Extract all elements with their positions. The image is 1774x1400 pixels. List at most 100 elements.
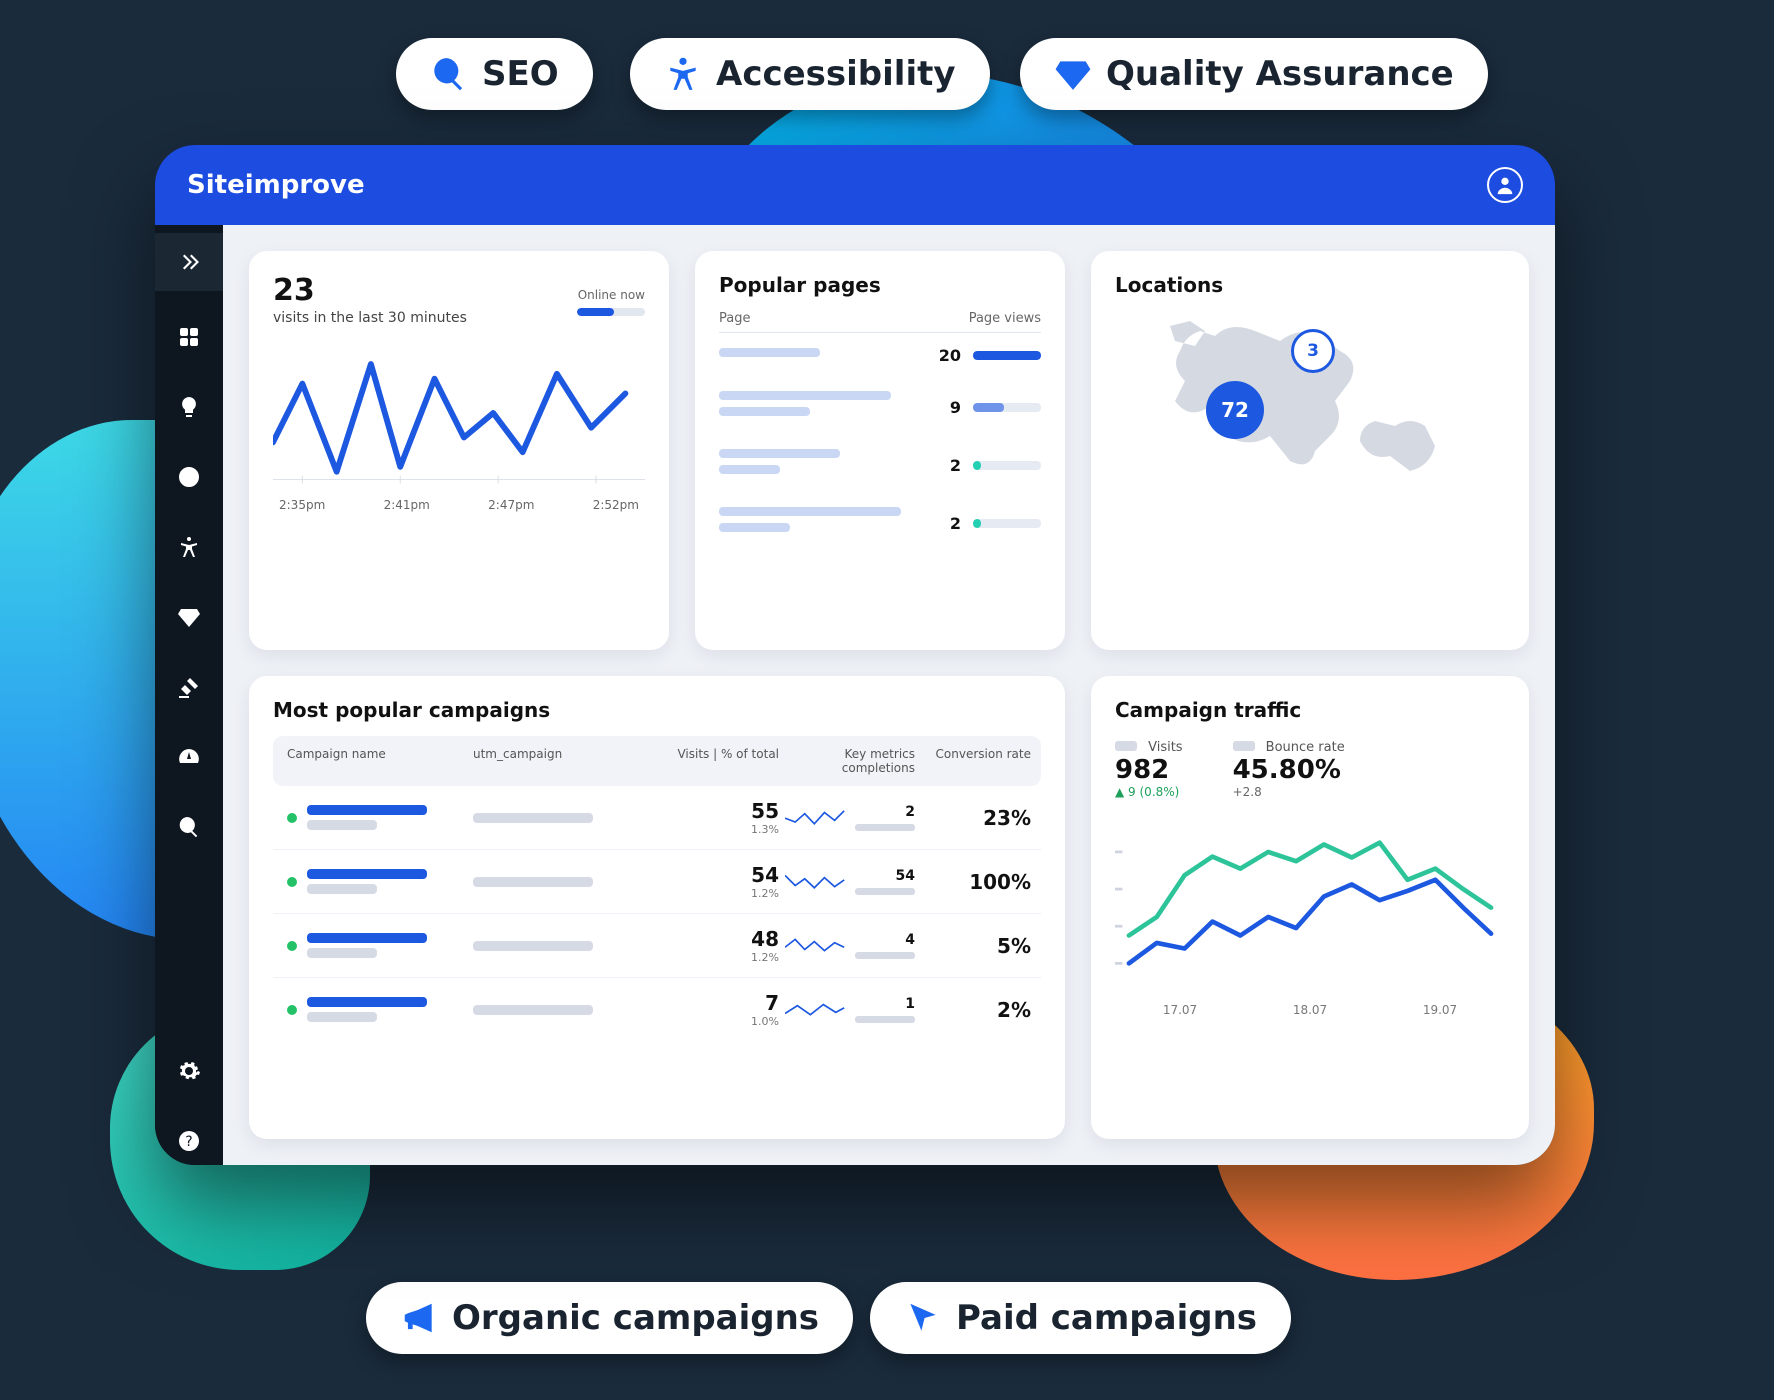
legend-dot (1233, 741, 1255, 751)
sidebar-item-dci[interactable]: DCI (155, 453, 223, 501)
pill-paid: Paid campaigns (870, 1282, 1291, 1354)
pill-label: Quality Assurance (1106, 54, 1454, 94)
chevron-double-right-icon (177, 250, 201, 274)
pill-accessibility: Accessibility (630, 38, 990, 110)
row-sparkline (785, 808, 847, 828)
location-pin-big: 72 (1206, 381, 1264, 439)
card-title: Locations (1115, 273, 1505, 297)
status-dot (287, 941, 297, 951)
dci-icon: DCI (177, 465, 201, 489)
th-visits: Visits | % of total (649, 747, 779, 776)
th-metrics: Key metrics completions (785, 747, 915, 776)
pin-value: 72 (1221, 398, 1249, 422)
status-dot (287, 877, 297, 887)
svg-text:?: ? (185, 1134, 192, 1150)
grid-icon (177, 325, 201, 349)
page-row: 20 (719, 333, 1041, 378)
magnify-trend-icon (177, 815, 201, 839)
th-name: Campaign name (287, 747, 467, 776)
campaigns-card: Most popular campaigns Campaign name utm… (249, 676, 1065, 1139)
sidebar-item-settings[interactable] (155, 1047, 223, 1095)
location-pin-small: 3 (1291, 329, 1335, 373)
table-row: 551.3% 2 23% (273, 786, 1041, 850)
pill-label: Paid campaigns (956, 1298, 1257, 1338)
traffic-chart (1115, 813, 1505, 993)
metric-value: 982 (1115, 755, 1183, 785)
col-page: Page (719, 311, 750, 326)
accessibility-icon (177, 535, 201, 559)
pill-label: Accessibility (716, 54, 956, 94)
metric-value: 1 (905, 996, 915, 1012)
traffic-metrics: Visits 982 9 (0.8%) Bounce rate 45.80% +… (1115, 736, 1505, 799)
card-title: Popular pages (719, 273, 1041, 297)
app-window: Siteimprove DCI ? 23 visits in the last … (155, 145, 1555, 1165)
tick-label: 2:35pm (279, 498, 325, 512)
metric-value: 45.80% (1233, 755, 1345, 785)
tick-label: 19.07 (1423, 1003, 1457, 1017)
lightbulb-icon (177, 395, 201, 419)
sidebar-item-performance[interactable] (155, 733, 223, 781)
diamond-icon (177, 605, 201, 629)
card-title: Most popular campaigns (273, 698, 1041, 722)
sidebar-expand[interactable] (155, 233, 223, 291)
gauge-icon (177, 745, 201, 769)
table-row: 71.0% 1 2% (273, 978, 1041, 1041)
pill-label: SEO (482, 54, 559, 94)
visits-pct: 1.3% (649, 823, 779, 836)
sidebar-item-quality[interactable] (155, 593, 223, 641)
pill-organic: Organic campaigns (366, 1282, 853, 1354)
th-utm: utm_campaign (473, 747, 643, 776)
pill-label: Organic campaigns (452, 1298, 819, 1338)
pin-value: 3 (1307, 341, 1319, 361)
sidebar: DCI ? (155, 225, 223, 1165)
dashboard-canvas: 23 visits in the last 30 minutes Online … (223, 225, 1555, 1165)
metric-value: 54 (896, 868, 915, 884)
visits-pct: 1.2% (649, 951, 779, 964)
online-bar (577, 308, 645, 316)
metric-label: Visits (1148, 740, 1182, 755)
user-avatar[interactable] (1487, 167, 1523, 203)
table-row: 541.2% 54 100% (273, 850, 1041, 914)
help-icon: ? (177, 1129, 201, 1153)
sidebar-item-accessibility[interactable] (155, 523, 223, 571)
sidebar-item-dashboard[interactable] (155, 313, 223, 361)
visits-pct: 1.2% (649, 887, 779, 900)
legend-dot (1115, 741, 1137, 751)
page-views-value: 9 (933, 398, 961, 417)
visits-sparkline (273, 338, 645, 488)
online-label: Online now (578, 288, 645, 302)
svg-text:DCI: DCI (183, 474, 195, 482)
row-sparkline (785, 872, 847, 892)
conversion-value: 100% (921, 870, 1031, 894)
visits-value: 48 (649, 927, 779, 951)
col-page-views: Page views (969, 311, 1041, 326)
visits-card: 23 visits in the last 30 minutes Online … (249, 251, 669, 650)
topbar: Siteimprove (155, 145, 1555, 225)
tick-label: 18.07 (1293, 1003, 1327, 1017)
tick-label: 2:41pm (384, 498, 430, 512)
visits-x-ticks: 2:35pm 2:41pm 2:47pm 2:52pm (273, 498, 645, 512)
th-conv: Conversion rate (921, 747, 1031, 776)
tick-label: 2:52pm (593, 498, 639, 512)
table-row: 481.2% 4 5% (273, 914, 1041, 978)
traffic-card: Campaign traffic Visits 982 9 (0.8%) Bou… (1091, 676, 1529, 1139)
card-title: Campaign traffic (1115, 698, 1505, 722)
metric-label: Bounce rate (1266, 740, 1345, 755)
sidebar-item-seo[interactable] (155, 803, 223, 851)
sidebar-item-insights[interactable] (155, 383, 223, 431)
conversion-value: 5% (921, 934, 1031, 958)
page-row: 2 (719, 494, 1041, 552)
online-now: Online now (577, 284, 645, 316)
conversion-value: 23% (921, 806, 1031, 830)
locations-card: Locations 72 3 (1091, 251, 1529, 650)
conversion-value: 2% (921, 998, 1031, 1022)
popular-pages-card: Popular pages Page Page views 20 9 2 2 (695, 251, 1065, 650)
cursor-icon (904, 1299, 942, 1337)
row-sparkline (785, 1000, 847, 1020)
brand-logo: Siteimprove (187, 170, 365, 200)
sidebar-item-policy[interactable] (155, 663, 223, 711)
table-header: Campaign name utm_campaign Visits | % of… (273, 736, 1041, 787)
metric-value: 2 (905, 804, 915, 820)
page-views-value: 2 (933, 456, 961, 475)
accessibility-icon (664, 55, 702, 93)
